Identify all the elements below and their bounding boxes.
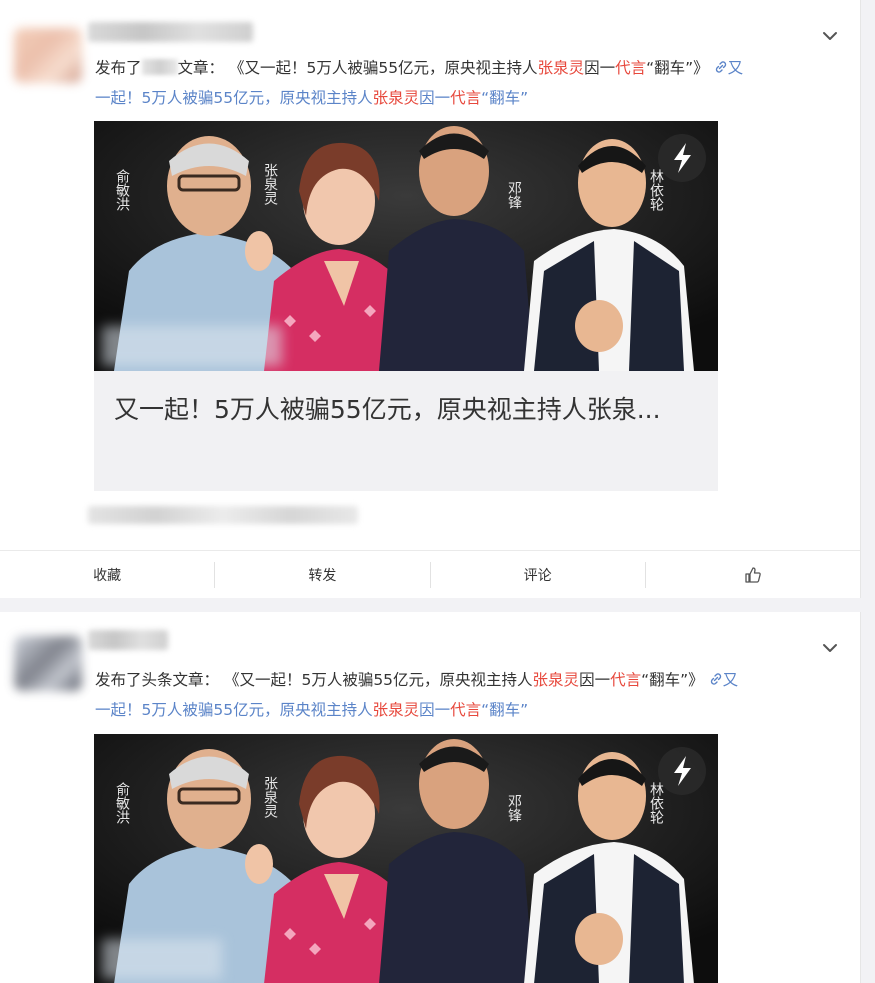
post-text: 发布了 文章： 《又一起！5万人被骗55亿元，原央视主持人张泉灵因一代言“翻车”》… [95,53,815,113]
lightning-icon[interactable] [658,747,706,795]
link-text[interactable]: 因一 [419,701,450,719]
chevron-down-icon[interactable] [820,638,840,658]
photo-label-3: 邓锋 [506,181,522,209]
highlight-name: 张泉灵 [537,59,585,77]
photo-label-2: 张泉灵 [262,776,278,818]
article-title-part: 因一 [584,59,616,77]
photo-label-2: 张泉灵 [262,163,278,205]
link-text[interactable]: 因一 [419,89,450,107]
article-card[interactable]: 又一起！5万人被骗55亿元，原央视主持人张泉... [94,371,718,491]
link-highlight-name[interactable]: 张泉灵 [373,89,420,107]
feed-card: 发布了 文章： 《又一起！5万人被骗55亿元，原央视主持人张泉灵因一代言“翻车”》… [0,0,861,598]
link-highlight-name[interactable]: 张泉灵 [373,701,420,719]
article-cover-image[interactable]: 俞敏洪 张泉灵 邓锋 林依轮 [94,121,718,371]
link-icon [710,673,721,685]
chevron-down-icon[interactable] [820,26,840,46]
photo-label-1: 俞敏洪 [114,168,130,211]
collect-button[interactable]: 收藏 [0,562,214,588]
username-blurred[interactable] [88,22,253,42]
username-blurred[interactable] [88,630,168,650]
collect-label: 收藏 [93,568,122,584]
post-text: 发布了头条文章： 《又一起！5万人被骗55亿元，原央视主持人张泉灵因一代言“翻车… [95,665,815,725]
forward-button[interactable]: 转发 [215,562,429,588]
blurred-text [141,59,178,75]
article-cover-image[interactable]: 俞敏洪 张泉灵 邓锋 林依轮 [94,734,718,983]
avatar[interactable] [14,28,82,83]
link-icon [715,61,726,73]
feed-card: 发布了头条文章： 《又一起！5万人被骗55亿元，原央视主持人张泉灵因一代言“翻车… [0,612,861,983]
link-text[interactable]: “翻车” [481,701,528,719]
photo-label-4: 林依轮 [648,169,664,211]
cover-photo-illustration: 俞敏洪 张泉灵 邓锋 林依轮 [94,121,718,371]
photo-label-3: 邓锋 [506,794,522,822]
post-meta-blurred [88,506,358,524]
link-text[interactable]: 又 [728,59,744,77]
link-highlight-word[interactable]: 代言 [450,89,481,107]
cover-photo-illustration: 俞敏洪 张泉灵 邓锋 林依轮 [94,734,718,983]
photo-label-4: 林依轮 [648,782,664,824]
article-card-title[interactable]: 又一起！5万人被骗55亿元，原央视主持人张泉... [114,391,674,429]
link-text[interactable]: 又 [723,671,739,689]
article-title-close: “翻车”》 [641,671,704,689]
article-title-close: “翻车”》 [646,59,709,77]
photo-label-1: 俞敏洪 [114,781,130,824]
link-text[interactable]: “翻车” [481,89,528,107]
article-title-part: 因一 [579,671,611,689]
action-bar: 收藏 转发 评论 [0,550,860,598]
action-verb: 发布了头条文章： [95,671,220,689]
action-suffix: 文章： [177,59,225,77]
forward-label: 转发 [308,568,337,584]
article-title: 《又一起！5万人被骗55亿元，原央视主持人 [228,59,538,77]
thumbs-up-icon [745,567,761,583]
avatar[interactable] [14,636,82,691]
highlight-word: 代言 [610,671,642,689]
lightning-icon[interactable] [658,134,706,182]
highlight-word: 代言 [615,59,647,77]
like-button[interactable] [646,562,860,588]
article-title: 《又一起！5万人被骗55亿元，原央视主持人 [223,671,533,689]
link-highlight-word[interactable]: 代言 [450,701,481,719]
comment-label: 评论 [523,568,552,584]
highlight-name: 张泉灵 [532,671,580,689]
action-verb: 发布了 [95,59,142,77]
link-text[interactable]: 一起！5万人被骗55亿元，原央视主持人 [95,701,373,719]
link-text[interactable]: 一起！5万人被骗55亿元，原央视主持人 [95,89,373,107]
comment-button[interactable]: 评论 [431,562,645,588]
